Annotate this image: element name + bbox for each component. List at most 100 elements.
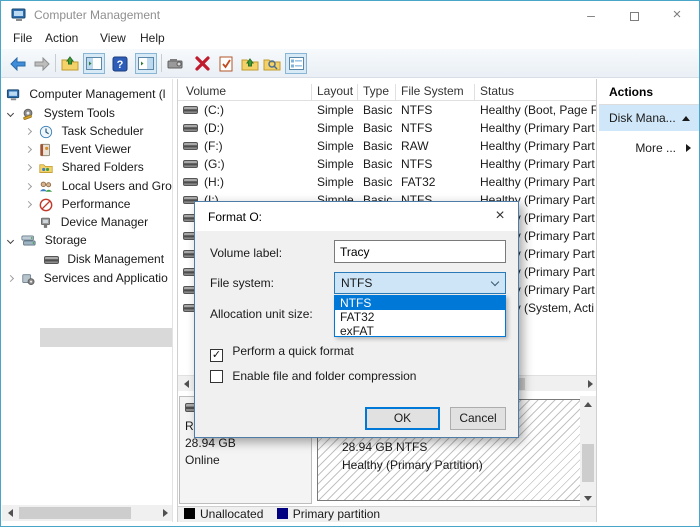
services-icon [21, 272, 35, 286]
volume-icon [183, 106, 198, 114]
minimize-button[interactable]: – [569, 1, 613, 29]
dropdown-option-ntfs[interactable]: NTFS [335, 296, 505, 310]
file-system-dropdown-list: NTFS FAT32 exFAT [334, 295, 506, 337]
file-system-combobox[interactable]: NTFS [334, 272, 506, 294]
diskview-vertical-scrollbar[interactable] [580, 396, 596, 506]
submenu-arrow-icon [686, 144, 691, 152]
event-viewer-icon [39, 143, 52, 157]
tree-item-local-users-groups[interactable]: Local Users and Gro [26, 177, 173, 195]
compression-checkbox-row[interactable]: Enable file and folder compression [210, 369, 416, 383]
column-status[interactable]: Status [480, 84, 514, 98]
quick-format-label: Perform a quick format [232, 344, 353, 358]
maximize-button[interactable] [612, 1, 656, 29]
dialog-close-icon[interactable]: × [488, 205, 512, 227]
action-pane-toggle-icon[interactable] [135, 53, 157, 74]
compression-checkbox[interactable] [210, 370, 223, 383]
actions-panel: Actions Disk Mana... More ... [599, 79, 700, 522]
chevron-right-icon[interactable] [25, 201, 32, 208]
volume-icon [183, 142, 198, 150]
task-scheduler-icon [39, 125, 53, 139]
table-row[interactable]: (H:)SimpleBasicFAT32Healthy (Primary Par… [178, 173, 596, 191]
table-row[interactable]: (C:)SimpleBasicNTFSHealthy (Boot, Page F [178, 101, 596, 119]
device-manager-icon [39, 216, 52, 230]
ok-button[interactable]: OK [365, 407, 440, 430]
scroll-up-icon[interactable] [580, 396, 596, 412]
scroll-right-icon[interactable] [157, 505, 173, 521]
up-folder-icon[interactable] [59, 53, 81, 74]
file-system-label: File system: [210, 276, 274, 290]
scroll-down-icon[interactable] [580, 490, 596, 506]
volume-list-header: Volume Layout Type File System Status [178, 81, 596, 101]
chevron-right-icon[interactable] [25, 183, 32, 190]
collapse-icon[interactable] [682, 116, 690, 121]
dialog-title-bar: Format O: × [195, 202, 518, 231]
actions-group-disk-management[interactable]: Disk Mana... [599, 105, 700, 131]
column-layout[interactable]: Layout [317, 84, 353, 98]
forward-icon[interactable] [31, 53, 53, 74]
table-row[interactable]: (F:)SimpleBasicRAWHealthy (Primary Part [178, 137, 596, 155]
combobox-chevron-icon[interactable] [491, 278, 499, 286]
allocation-unit-label: Allocation unit size: [210, 307, 313, 321]
title-bar: Computer Management – × [1, 1, 699, 29]
menu-file[interactable]: File [13, 31, 32, 45]
chevron-down-icon[interactable] [7, 237, 14, 244]
actions-more-item[interactable]: More ... [599, 137, 700, 159]
list-view-icon[interactable] [285, 53, 307, 74]
volume-icon [183, 178, 198, 186]
actions-title: Actions [609, 85, 653, 99]
column-volume[interactable]: Volume [186, 84, 226, 98]
tree-selection-highlight [40, 328, 173, 347]
menu-help[interactable]: Help [140, 31, 165, 45]
chevron-right-icon[interactable] [7, 275, 14, 282]
device-icon[interactable] [165, 53, 187, 74]
partition-status: Healthy (Primary Partition) [342, 456, 483, 474]
cancel-button[interactable]: Cancel [450, 407, 506, 430]
column-type[interactable]: Type [363, 84, 389, 98]
table-row[interactable]: (D:)SimpleBasicNTFSHealthy (Primary Part [178, 119, 596, 137]
close-button[interactable]: × [655, 1, 699, 29]
disk-state: Online [185, 452, 306, 469]
storage-icon [21, 234, 36, 247]
tree-item-performance[interactable]: Performance [26, 195, 173, 213]
column-file-system[interactable]: File System [401, 84, 464, 98]
app-icon [11, 7, 27, 26]
chevron-down-icon[interactable] [7, 110, 14, 117]
menu-view[interactable]: View [100, 31, 126, 45]
dropdown-option-fat32[interactable]: FAT32 [335, 310, 505, 324]
quick-format-checkbox[interactable]: ✓ [210, 349, 223, 362]
table-row[interactable]: (G:)SimpleBasicNTFSHealthy (Primary Part [178, 155, 596, 173]
tree-item-shared-folders[interactable]: Shared Folders [26, 158, 173, 176]
system-tools-icon [21, 107, 35, 121]
dropdown-option-exfat[interactable]: exFAT [335, 324, 505, 338]
computer-icon [6, 88, 21, 102]
properties-icon[interactable] [215, 53, 237, 74]
tree-item-disk-management[interactable]: Disk Management [44, 250, 173, 268]
scroll-left-icon[interactable] [178, 376, 194, 392]
chevron-right-icon[interactable] [25, 128, 32, 135]
tree-item-storage[interactable]: Storage [8, 231, 173, 249]
toolbar: ? [1, 49, 699, 78]
menu-action[interactable]: Action [45, 31, 78, 45]
tree-item-task-scheduler[interactable]: Task Scheduler [26, 122, 173, 140]
delete-icon[interactable] [191, 53, 213, 74]
chevron-right-icon[interactable] [25, 164, 32, 171]
tree-item-event-viewer[interactable]: Event Viewer [26, 140, 173, 158]
volume-label-input[interactable] [334, 240, 506, 263]
scroll-left-icon[interactable] [2, 505, 18, 521]
chevron-right-icon[interactable] [25, 146, 32, 153]
quick-format-checkbox-row[interactable]: ✓ Perform a quick format [210, 344, 354, 358]
console-tree-toggle-icon[interactable] [83, 53, 105, 74]
unallocated-swatch [184, 508, 195, 519]
scroll-right-icon[interactable] [582, 376, 597, 392]
tree-item-device-manager[interactable]: Device Manager [26, 213, 173, 231]
tree-item-computer-management[interactable]: Computer Management (l [6, 85, 173, 103]
tree-horizontal-scrollbar[interactable] [2, 505, 173, 521]
help-icon[interactable]: ? [109, 53, 131, 74]
primary-partition-swatch [277, 508, 288, 519]
back-icon[interactable] [7, 53, 29, 74]
folder-up-icon[interactable] [239, 53, 261, 74]
folder-search-icon[interactable] [261, 53, 283, 74]
tree-item-services-applications[interactable]: Services and Applicatio [8, 269, 173, 287]
tree-item-system-tools[interactable]: System Tools [8, 104, 173, 122]
legend-unallocated: Unallocated [184, 507, 267, 521]
